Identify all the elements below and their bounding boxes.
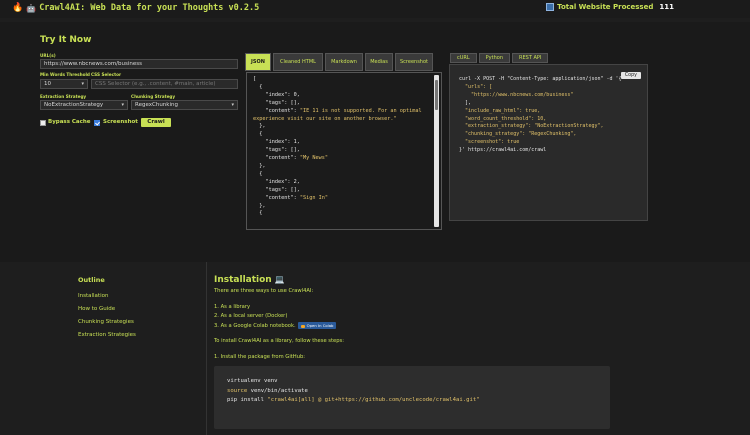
code-tabs: cURL Python REST API bbox=[450, 53, 549, 63]
extraction-strategy-select[interactable]: NoExtractionStrategy ▾ bbox=[40, 100, 128, 110]
brand-title: Crawl4AI: Web Data for your Thoughts v0.… bbox=[39, 3, 260, 13]
install-code: virtualenv venv source venv/bin/activate… bbox=[227, 378, 480, 404]
item-1-content: My News bbox=[302, 155, 325, 162]
chunking-strategy-label: Chunking Strategy bbox=[131, 94, 176, 99]
docs-section: Outline Installation How to Guide Chunki… bbox=[0, 262, 750, 435]
result-scrollbar[interactable] bbox=[434, 75, 439, 227]
colab-logo-icon bbox=[300, 324, 305, 328]
install-code-block: virtualenv venv source venv/bin/activate… bbox=[214, 366, 610, 429]
totals-label: Total Website Processed bbox=[557, 3, 654, 11]
item-0-content: IE 11 is not supported. For an optimal e… bbox=[253, 107, 425, 122]
curl-code: curl -X POST -H "Content-Type: applicati… bbox=[450, 65, 647, 155]
curl-chunking: "chunking_strategy": "RegexChunking", bbox=[465, 131, 577, 138]
curl-screenshot: "screenshot": true bbox=[465, 139, 520, 146]
chunking-strategy-value: RegexChunking bbox=[135, 102, 178, 108]
outline-link-extraction[interactable]: Extraction Strategies bbox=[78, 332, 136, 338]
way-library: 1. As a library bbox=[214, 304, 251, 310]
json-result-panel[interactable]: [ { "index": 0, "tags": [], "content": "… bbox=[246, 72, 442, 230]
bar-chart-icon bbox=[546, 3, 555, 11]
item-2-content: Sign In bbox=[302, 194, 325, 201]
screenshot-label: Screenshot bbox=[103, 119, 138, 125]
outline-title: Outline bbox=[78, 276, 105, 284]
total-processed: Total Website Processed 111 bbox=[546, 3, 674, 11]
curl-close-urls: ], bbox=[465, 99, 472, 106]
outline-link-chunking[interactable]: Chunking Strategies bbox=[78, 319, 134, 325]
curl-endpoint: }' https://crawl4ai.com/crawl bbox=[459, 147, 547, 154]
extraction-strategy-label: Extraction Strategy bbox=[40, 94, 87, 99]
try-it-now-section: Try It Now URL(s) https://www.nbcnews.co… bbox=[0, 22, 750, 262]
min-words-select[interactable]: 10 ▾ bbox=[40, 79, 88, 89]
way-docker: 2. As a local server (Docker) bbox=[214, 313, 288, 319]
library-intro: To install Crawl4AI as a library, follow… bbox=[214, 338, 344, 344]
curl-raw-html: "include_raw_html": true, bbox=[465, 107, 541, 114]
url-input[interactable]: https://www.nbcnews.com/business bbox=[40, 59, 238, 69]
totals-count: 111 bbox=[659, 3, 674, 11]
open-in-colab-badge[interactable]: Open In Colab bbox=[297, 322, 337, 329]
outline-link-installation[interactable]: Installation bbox=[78, 293, 108, 299]
curl-command: curl -X POST -H "Content-Type: applicati… bbox=[459, 76, 622, 82]
item-0-index: 0 bbox=[293, 91, 297, 98]
tab-screenshot[interactable]: Screenshot bbox=[395, 53, 433, 71]
outline-link-how-to-guide[interactable]: How to Guide bbox=[78, 306, 115, 312]
way-colab: 3. As a Google Colab notebook. Open In Co… bbox=[214, 322, 337, 329]
chevron-down-icon: ▾ bbox=[81, 81, 84, 87]
tab-rest-api[interactable]: REST API bbox=[512, 53, 549, 63]
chevron-down-icon: ▾ bbox=[231, 102, 234, 108]
screenshot-checkbox[interactable] bbox=[94, 120, 100, 126]
tab-medias[interactable]: Medias bbox=[365, 53, 393, 71]
tab-cleaned-html[interactable]: Cleaned HTML bbox=[273, 53, 323, 71]
tab-curl[interactable]: cURL bbox=[450, 53, 477, 63]
min-words-value: 10 bbox=[44, 81, 51, 87]
bypass-cache-label: Bypass Cache bbox=[48, 119, 91, 125]
tab-json[interactable]: JSON bbox=[245, 53, 271, 71]
item-1-index: 1 bbox=[293, 139, 297, 146]
css-selector-input[interactable]: CSS Selector (e.g., .content, #main, art… bbox=[91, 79, 238, 89]
chevron-down-icon: ▾ bbox=[121, 102, 124, 108]
laptop-icon: 💻 bbox=[274, 275, 285, 284]
curl-url: "https://www.nbcnews.com/business" bbox=[471, 91, 574, 98]
brand: 🔥 🤖 Crawl4AI: Web Data for your Thoughts… bbox=[12, 3, 259, 13]
chunking-strategy-select[interactable]: RegexChunking ▾ bbox=[131, 100, 238, 110]
url-label: URL(s) bbox=[40, 53, 56, 58]
top-bar: 🔥 🤖 Crawl4AI: Web Data for your Thoughts… bbox=[0, 0, 750, 18]
css-selector-label: CSS Selector bbox=[91, 72, 122, 77]
outline-sidebar: Outline Installation How to Guide Chunki… bbox=[0, 262, 207, 435]
fire-icon: 🔥 bbox=[12, 3, 24, 13]
bypass-cache-checkbox[interactable] bbox=[40, 120, 46, 126]
item-2-index: 2 bbox=[293, 178, 297, 185]
robot-icon: 🤖 bbox=[26, 3, 37, 13]
try-title: Try It Now bbox=[40, 35, 92, 45]
step-1: 1. Install the package from GitHub: bbox=[214, 354, 306, 360]
tab-python[interactable]: Python bbox=[478, 53, 511, 63]
copy-button[interactable]: Copy bbox=[620, 72, 641, 79]
extraction-strategy-value: NoExtractionStrategy bbox=[44, 102, 104, 108]
result-tabs: JSON Cleaned HTML Markdown Medias Screen… bbox=[245, 53, 433, 71]
crawl-button[interactable]: Crawl bbox=[141, 118, 171, 127]
scrollbar-thumb[interactable] bbox=[435, 80, 438, 110]
installation-intro: There are three ways to use Crawl4AI: bbox=[214, 288, 314, 294]
min-words-label: Min Words Threshold bbox=[40, 72, 90, 77]
curl-extraction: "extraction_strategy": "NoExtractionStra… bbox=[465, 123, 604, 130]
installation-title: Installation 💻 bbox=[214, 275, 285, 285]
curl-code-box: curl -X POST -H "Content-Type: applicati… bbox=[449, 64, 648, 221]
json-result-text: [ { "index": 0, "tags": [], "content": "… bbox=[253, 76, 425, 217]
tab-markdown[interactable]: Markdown bbox=[325, 53, 363, 71]
curl-urls-key: "urls": [ bbox=[465, 83, 493, 90]
curl-word-threshold: "word_count_threshold": 10, bbox=[465, 115, 547, 122]
